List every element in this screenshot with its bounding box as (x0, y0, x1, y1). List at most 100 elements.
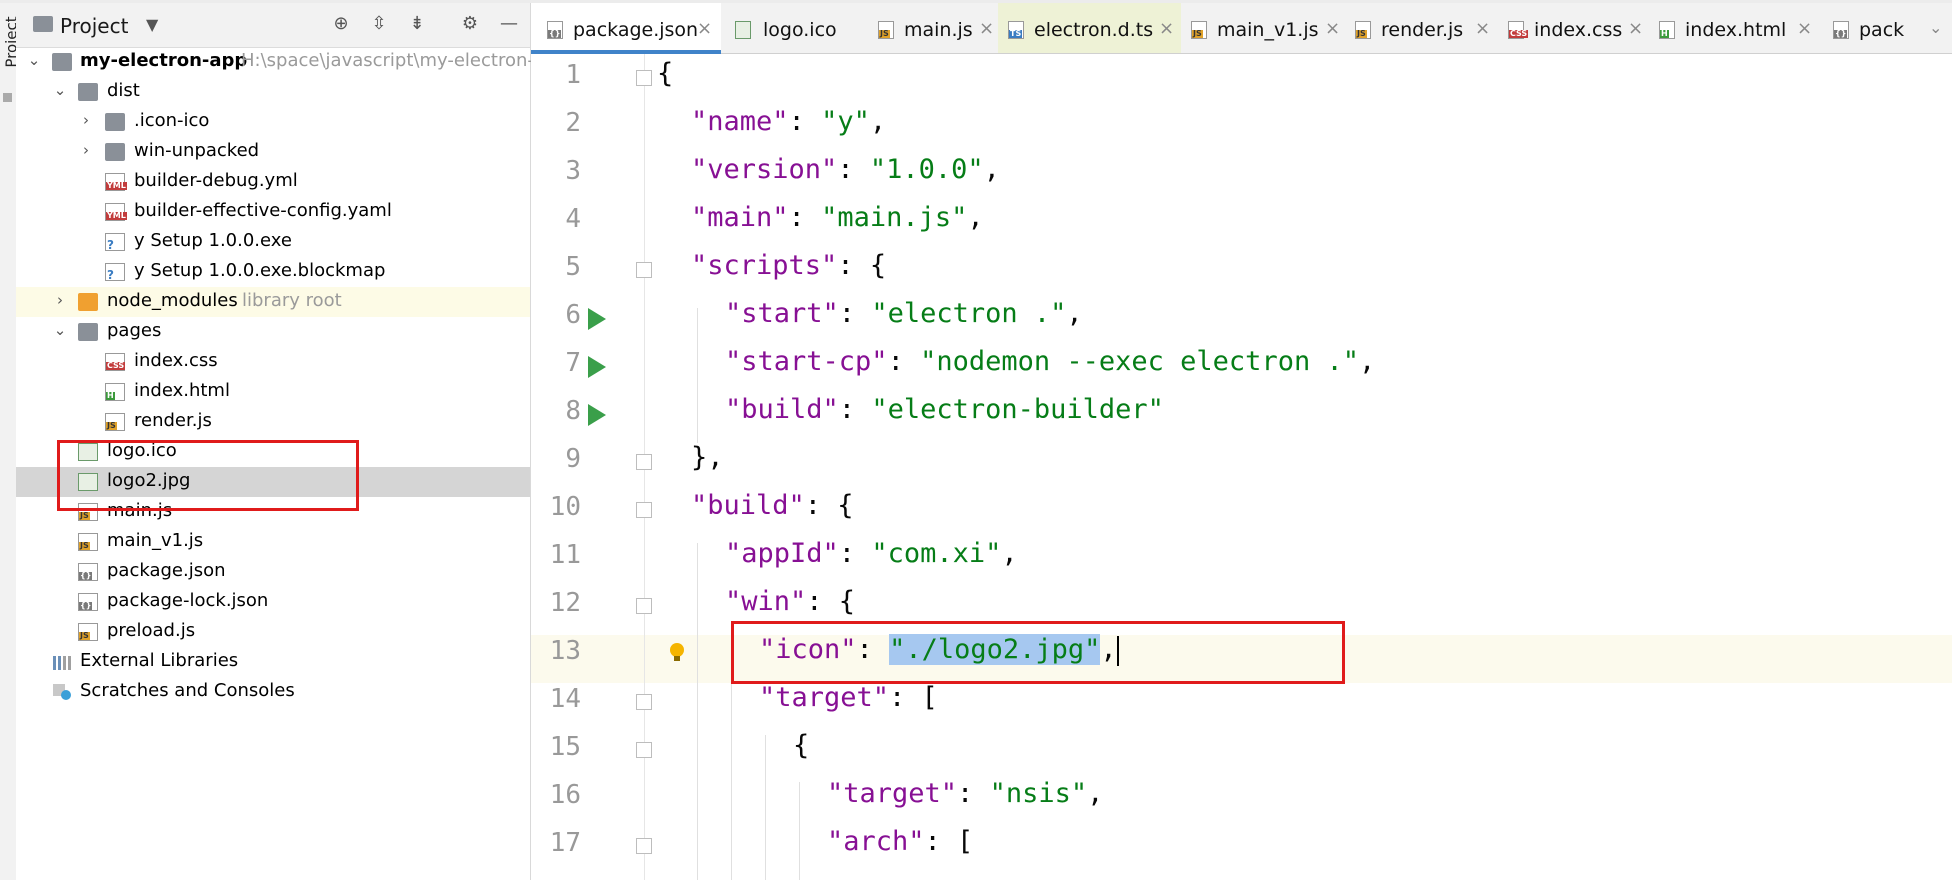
tree-item-scratches[interactable]: Scratches and Consoles (16, 677, 530, 707)
hide-panel-icon[interactable]: — (498, 13, 520, 35)
tab-main-js[interactable]: JS main.js × (868, 3, 998, 53)
punctuation: : (838, 298, 872, 329)
tree-item-package-json[interactable]: {} package.json (16, 557, 530, 587)
collapse-all-icon[interactable]: ⇟ (406, 13, 428, 35)
tree-item-index-css[interactable]: CSS index.css (16, 347, 530, 377)
tab-main-v1-js[interactable]: JS main_v1.js × (1181, 3, 1345, 53)
fold-marker-icon[interactable] (636, 598, 652, 614)
chevron-down-icon[interactable]: ⌄ (26, 51, 42, 69)
code-line[interactable]: "target": "nsis", (827, 778, 1103, 809)
fold-marker-icon[interactable] (636, 742, 652, 758)
punctuation: , (1001, 538, 1018, 569)
chevron-right-icon[interactable]: › (52, 291, 68, 309)
code-line[interactable]: "target": [ (759, 682, 938, 713)
punctuation: : { (806, 586, 856, 617)
line-number: 9 (565, 444, 581, 474)
code-line[interactable]: "win": { (725, 586, 855, 617)
tree-item-win-unpacked[interactable]: › win-unpacked (16, 137, 530, 167)
tab-render-js[interactable]: JS render.js × (1345, 3, 1498, 53)
fold-marker-icon[interactable] (636, 502, 652, 518)
tree-item-package-lock-json[interactable]: {} package-lock.json (16, 587, 530, 617)
tree-item-label: pages (107, 320, 162, 341)
tab-index-css[interactable]: CSS index.css × (1498, 3, 1649, 53)
fold-marker-icon[interactable] (636, 70, 652, 86)
code-line[interactable]: "arch": [ (827, 826, 973, 857)
tree-item-preload-js[interactable]: JS preload.js (16, 617, 530, 647)
folder-icon (78, 323, 98, 341)
tab-electron-d-ts[interactable]: TS electron.d.ts × (998, 3, 1181, 53)
fold-marker-icon[interactable] (636, 694, 652, 710)
unknown-file-icon: ? (105, 233, 125, 252)
annotation-box-code (731, 621, 1345, 684)
tab-label: render.js (1381, 19, 1464, 41)
punctuation: : (838, 538, 872, 569)
code-line[interactable]: "start": "electron .", (725, 298, 1083, 329)
code-line[interactable]: "build": { (691, 490, 854, 521)
close-icon[interactable]: × (1159, 18, 1174, 39)
tree-item-setup-blockmap[interactable]: ? y Setup 1.0.0.exe.blockmap (16, 257, 530, 287)
tree-item-dist[interactable]: ⌄ dist (16, 77, 530, 107)
close-icon[interactable]: × (1628, 18, 1643, 39)
code-line[interactable]: "name": "y", (691, 106, 886, 137)
chevron-down-icon[interactable]: ⌄ (52, 81, 68, 99)
tree-item-builder-debug[interactable]: YML builder-debug.yml (16, 167, 530, 197)
expand-all-icon[interactable]: ⇳ (368, 13, 390, 35)
close-icon[interactable]: × (979, 18, 994, 39)
fold-marker-icon[interactable] (636, 838, 652, 854)
tree-item-node-modules[interactable]: › node_modules library root (16, 287, 530, 317)
tab-label: electron.d.ts (1034, 19, 1154, 41)
tab-logo-ico[interactable]: logo.ico (721, 3, 868, 53)
tree-item-label: my-electron-app (80, 50, 248, 71)
tree-item-label: Scratches and Consoles (80, 680, 295, 701)
code-line[interactable]: }, (691, 442, 724, 473)
line-number: 15 (549, 732, 581, 762)
fold-marker-icon[interactable] (636, 262, 652, 278)
code-line[interactable]: "main": "main.js", (691, 202, 984, 233)
tree-item-icon-ico[interactable]: › .icon-ico (16, 107, 530, 137)
tree-item-index-html[interactable]: H index.html (16, 377, 530, 407)
run-script-icon[interactable] (588, 356, 606, 378)
line-number: 12 (549, 588, 581, 618)
locate-file-icon[interactable]: ⊕ (330, 13, 352, 35)
close-icon[interactable]: × (1475, 18, 1490, 39)
run-script-icon[interactable] (588, 308, 606, 330)
code-line[interactable]: "build": "electron-builder" (725, 394, 1164, 425)
code-line[interactable]: "scripts": { (691, 250, 886, 281)
punctuation: , (869, 106, 887, 137)
chevron-down-icon[interactable]: ▼ (146, 15, 158, 34)
chevron-down-icon[interactable]: ⌄ (52, 321, 68, 339)
close-icon[interactable]: × (697, 18, 712, 39)
tree-item-render-js[interactable]: JS render.js (16, 407, 530, 437)
code-line[interactable]: "appId": "com.xi", (725, 538, 1018, 569)
chevron-down-icon[interactable]: ⌄ (1929, 18, 1942, 37)
tree-item-root[interactable]: ⌄ my-electron-app H:\space\javascript\my… (16, 47, 545, 77)
indent-guide (765, 735, 766, 880)
project-view-selector[interactable]: Project (60, 14, 128, 38)
editor-tab-bar: {} package.json × logo.ico JS main.js × … (531, 3, 1952, 54)
close-icon[interactable]: × (1325, 18, 1340, 39)
line-number: 5 (565, 252, 581, 282)
close-icon[interactable]: × (1797, 18, 1812, 39)
json-string: "electron-builder" (871, 394, 1164, 425)
library-root-hint: library root (242, 290, 342, 311)
fold-marker-icon[interactable] (636, 454, 652, 470)
chevron-right-icon[interactable]: › (78, 141, 94, 159)
gear-icon[interactable]: ⚙ (459, 13, 481, 35)
tab-index-html[interactable]: H index.html × (1649, 3, 1819, 53)
tab-label: package.json (573, 19, 699, 41)
code-line[interactable]: "version": "1.0.0", (691, 154, 1000, 185)
tree-item-external-libraries[interactable]: External Libraries (16, 647, 530, 677)
tree-item-main-v1-js[interactable]: JS main_v1.js (16, 527, 530, 557)
code-line[interactable]: "start-cp": "nodemon --exec electron .", (725, 346, 1375, 377)
tree-item-label: index.html (134, 380, 230, 401)
tree-item-pages[interactable]: ⌄ pages (16, 317, 530, 347)
tab-pack[interactable]: {} pack ⌄ (1819, 3, 1952, 53)
tab-package-json[interactable]: {} package.json × (531, 3, 721, 54)
code-line[interactable]: { (793, 730, 809, 761)
lightbulb-icon[interactable] (670, 643, 684, 661)
run-script-icon[interactable] (588, 404, 606, 426)
chevron-right-icon[interactable]: › (78, 111, 94, 129)
tree-item-builder-effective-config[interactable]: YML builder-effective-config.yaml (16, 197, 530, 227)
code-line[interactable]: { (657, 58, 673, 89)
tree-item-setup-exe[interactable]: ? y Setup 1.0.0.exe (16, 227, 530, 257)
